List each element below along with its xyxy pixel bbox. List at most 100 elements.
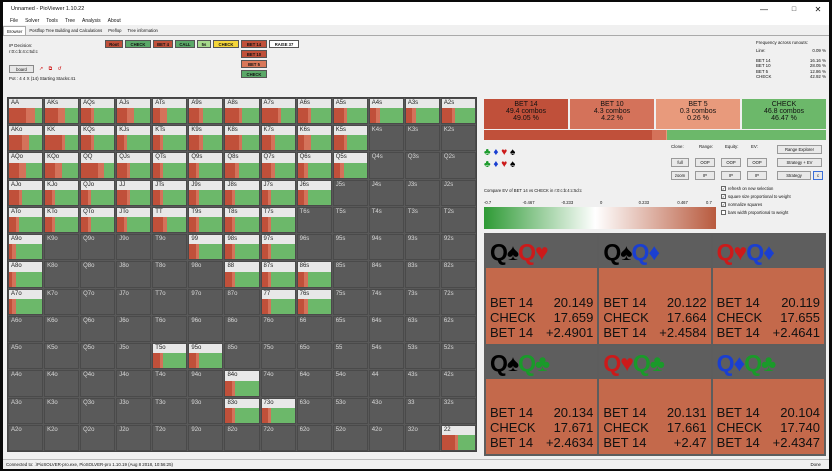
hand-cell[interactable]: A9s <box>188 98 224 125</box>
hand-cell[interactable]: K9s <box>188 125 224 152</box>
hand-cell[interactable]: 33 <box>404 397 440 424</box>
hand-cell[interactable]: QTs <box>152 152 188 179</box>
hand-cell[interactable]: J9s <box>188 179 224 206</box>
hand-cell[interactable]: 53o <box>332 397 368 424</box>
hand-cell[interactable]: Q5o <box>80 343 116 370</box>
hand-cell[interactable]: T2s <box>440 206 476 234</box>
hand-cell[interactable]: 42o <box>368 424 404 451</box>
combo-card[interactable]: Q♠Q♣ BET 14 20.134 CHECK 17.671 BET 14 +2.4634 <box>486 345 598 454</box>
hand-cell[interactable]: K6s <box>296 125 332 152</box>
hand-cell[interactable]: 62s <box>440 315 476 343</box>
hand-cell[interactable]: T2o <box>152 424 188 451</box>
equity-ip-button[interactable]: IP <box>721 171 741 180</box>
range-ip-button[interactable]: IP <box>695 171 715 180</box>
menu-analysis[interactable]: Analysis <box>82 18 101 24</box>
c-button[interactable]: c <box>813 171 823 180</box>
board-button[interactable]: board <box>9 65 34 73</box>
hand-cell[interactable]: Q8o <box>80 261 116 288</box>
hand-cell[interactable]: K2o <box>44 424 80 451</box>
hand-cell[interactable]: KTo <box>44 206 80 234</box>
hand-cell[interactable]: TT <box>152 206 188 234</box>
hand-cell[interactable]: J6o <box>116 315 152 343</box>
hand-cell[interactable]: 72s <box>440 288 476 315</box>
hand-cell[interactable]: AKo <box>8 125 44 152</box>
hand-cell[interactable]: 88 <box>224 261 260 288</box>
spade-icon[interactable]: ♠ <box>510 147 515 158</box>
tab-postflop[interactable]: Postflop Tree Building and Calculations <box>26 26 105 35</box>
hand-cell[interactable]: A2o <box>8 424 44 451</box>
hand-cell[interactable]: Q9s <box>188 152 224 179</box>
hand-cell[interactable]: 52o <box>332 424 368 451</box>
hand-cell[interactable]: A3s <box>404 98 440 125</box>
hand-cell[interactable]: 63s <box>404 315 440 343</box>
hand-cell[interactable]: 73s <box>404 288 440 315</box>
action-bet-14[interactable]: BET 14 <box>241 40 267 48</box>
hand-cell[interactable]: 98o <box>188 261 224 288</box>
hand-cell[interactable]: J8o <box>116 261 152 288</box>
diamond-icon[interactable]: ♦ <box>493 159 498 170</box>
hand-cell[interactable]: J3s <box>404 179 440 206</box>
hand-cell[interactable]: 32s <box>440 397 476 424</box>
hand-cell[interactable]: K5o <box>44 343 80 370</box>
hand-cell[interactable]: 43o <box>368 397 404 424</box>
hand-cell[interactable]: AJs <box>116 98 152 125</box>
hand-cell[interactable]: A8s <box>224 98 260 125</box>
hand-cell[interactable]: K6o <box>44 315 80 343</box>
hand-cell[interactable]: T8o <box>152 261 188 288</box>
hand-cell[interactable]: Q6o <box>80 315 116 343</box>
hand-cell[interactable]: Q6s <box>296 152 332 179</box>
hand-cell[interactable]: K5s <box>332 125 368 152</box>
club-icon[interactable]: ♣ <box>484 159 491 170</box>
hand-cell[interactable]: T6o <box>152 315 188 343</box>
hand-cell[interactable]: 85s <box>332 261 368 288</box>
clone-full-button[interactable]: full <box>671 158 689 167</box>
hand-cell[interactable]: 92o <box>188 424 224 451</box>
nav-arrows-icon[interactable]: ↗ ⧉ ↺ <box>39 66 64 72</box>
hand-cell[interactable]: 99 <box>188 234 224 261</box>
hand-cell[interactable]: 87o <box>224 288 260 315</box>
hand-cell[interactable]: 52s <box>440 343 476 370</box>
hand-cell[interactable]: T7o <box>152 288 188 315</box>
hand-cell[interactable]: Q8s <box>224 152 260 179</box>
hand-cell[interactable]: KJs <box>116 125 152 152</box>
refresh-checkbox[interactable]: ✓ refresh on new selection <box>721 185 791 193</box>
ev-ip-button[interactable]: IP <box>747 171 767 180</box>
spade-icon[interactable]: ♠ <box>510 159 515 170</box>
hand-cell[interactable]: 54s <box>368 343 404 370</box>
menu-file[interactable]: File <box>10 18 18 24</box>
hand-cell[interactable]: T4o <box>152 370 188 397</box>
hand-cell[interactable]: K7o <box>44 288 80 315</box>
menu-about[interactable]: About <box>108 18 121 24</box>
tab-preflop[interactable]: Preflop <box>105 26 124 35</box>
hand-cell[interactable]: K8s <box>224 125 260 152</box>
hand-cell[interactable]: 75s <box>332 288 368 315</box>
aggregate-bet-5[interactable]: BET 5 0.3 combos 0.26 % <box>656 99 740 129</box>
combo-card[interactable]: Q♠Q♥ BET 14 20.149 CHECK 17.659 BET 14 +2.4901 <box>486 235 598 344</box>
hand-cell[interactable]: A5o <box>8 343 44 370</box>
hand-cell[interactable]: J2o <box>116 424 152 451</box>
menu-tools[interactable]: Tools <box>46 18 58 24</box>
hand-cell[interactable]: ATs <box>152 98 188 125</box>
hand-cell[interactable]: J7s <box>260 179 296 206</box>
action-raise-37[interactable]: RAISE 37 <box>269 40 299 48</box>
hand-cell[interactable]: A7s <box>260 98 296 125</box>
square-size-checkbox[interactable]: ✓ square size proportional to weight <box>721 193 791 201</box>
hand-cell[interactable]: A6s <box>296 98 332 125</box>
action-check[interactable]: CHECK <box>125 40 151 48</box>
hand-cell[interactable]: 55 <box>332 343 368 370</box>
hand-cell[interactable]: Q5s <box>332 152 368 179</box>
hand-cell[interactable]: 77 <box>260 288 296 315</box>
hand-cell[interactable]: 66 <box>296 315 332 343</box>
hand-cell[interactable]: 76s <box>296 288 332 315</box>
strategy-button[interactable]: Strategy <box>777 171 811 180</box>
hand-cell[interactable]: A4s <box>368 98 404 125</box>
hand-cell[interactable]: KQo <box>44 152 80 179</box>
hand-cell[interactable]: A2s <box>440 98 476 125</box>
hand-cell[interactable]: 96o <box>188 315 224 343</box>
hand-cell[interactable]: 97o <box>188 288 224 315</box>
aggregate-bet-14[interactable]: BET 14 49.4 combos 49.05 % <box>484 99 568 129</box>
hand-cell[interactable]: 74o <box>260 370 296 397</box>
hand-cell[interactable]: 72o <box>260 424 296 451</box>
combo-card[interactable]: Q♥Q♣ BET 14 20.131 CHECK 17.661 BET 14 +2.47 <box>599 345 711 454</box>
hand-cell[interactable]: 32o <box>404 424 440 451</box>
